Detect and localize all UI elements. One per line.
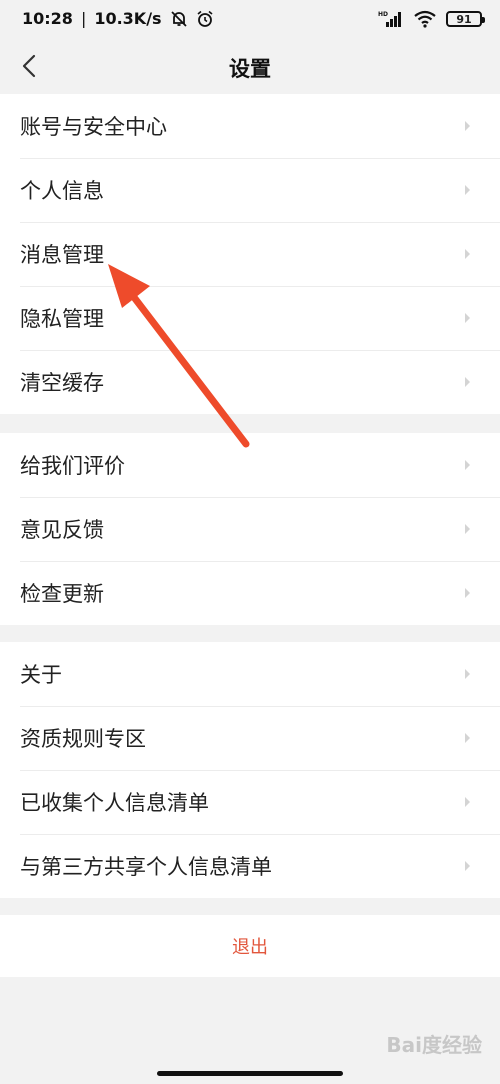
settings-item-third-party-sharing-list[interactable]: 与第三方共享个人信息清单 — [0, 834, 500, 898]
settings-group-account: 账号与安全中心 个人信息 消息管理 隐私管理 清空缓存 — [0, 94, 500, 414]
chevron-right-icon — [464, 459, 472, 471]
battery-indicator: 91 — [446, 11, 485, 27]
settings-item-rate-us[interactable]: 给我们评价 — [0, 433, 500, 497]
settings-item-check-update[interactable]: 检查更新 — [0, 561, 500, 625]
signal-icon: HD — [378, 10, 404, 28]
settings-group-about: 关于 资质规则专区 已收集个人信息清单 与第三方共享个人信息清单 — [0, 642, 500, 898]
chevron-right-icon — [464, 184, 472, 196]
settings-item-qualification-rules[interactable]: 资质规则专区 — [0, 706, 500, 770]
page-title: 设置 — [229, 57, 271, 81]
chevron-right-icon — [464, 312, 472, 324]
chevron-right-icon — [464, 523, 472, 535]
settings-item-label: 意见反馈 — [20, 518, 104, 542]
settings-item-label: 账号与安全中心 — [20, 115, 167, 139]
chevron-right-icon — [464, 587, 472, 599]
settings-item-label: 检查更新 — [20, 582, 104, 606]
status-bar: 10:28 | 10.3K/s HD 91 — [0, 0, 500, 40]
settings-item-account-security[interactable]: 账号与安全中心 — [0, 94, 500, 158]
settings-group-feedback: 给我们评价 意见反馈 检查更新 — [0, 433, 500, 625]
settings-item-collected-info-list[interactable]: 已收集个人信息清单 — [0, 770, 500, 834]
settings-item-about[interactable]: 关于 — [0, 642, 500, 706]
chevron-right-icon — [464, 376, 472, 388]
settings-item-label: 关于 — [20, 663, 62, 687]
settings-item-message-management[interactable]: 消息管理 — [0, 222, 500, 286]
settings-item-personal-info[interactable]: 个人信息 — [0, 158, 500, 222]
chevron-right-icon — [464, 796, 472, 808]
settings-item-label: 资质规则专区 — [20, 727, 146, 751]
chevron-right-icon — [464, 248, 472, 260]
chevron-right-icon — [464, 860, 472, 872]
wifi-icon — [414, 10, 436, 28]
chevron-right-icon — [464, 668, 472, 680]
status-left: 10:28 | 10.3K/s — [22, 9, 214, 28]
status-time: 10:28 — [22, 9, 73, 28]
baidu-jingyan-watermark: Bai度经验 — [386, 1033, 482, 1057]
home-indicator — [157, 1071, 343, 1076]
settings-item-clear-cache[interactable]: 清空缓存 — [0, 350, 500, 414]
status-separator: | — [80, 9, 87, 28]
chevron-right-icon — [464, 120, 472, 132]
alarm-icon — [196, 10, 214, 28]
settings-item-label: 与第三方共享个人信息清单 — [20, 855, 272, 879]
chevron-right-icon — [464, 732, 472, 744]
settings-item-label: 给我们评价 — [20, 454, 125, 478]
mute-bell-icon — [170, 10, 188, 28]
settings-item-label: 隐私管理 — [20, 307, 104, 331]
network-speed: 10.3K/s — [94, 9, 162, 28]
hd-label: HD — [378, 11, 388, 18]
logout-group: 退出 — [0, 915, 500, 977]
settings-item-privacy-management[interactable]: 隐私管理 — [0, 286, 500, 350]
nav-bar: 设置 — [0, 40, 500, 92]
settings-item-label: 消息管理 — [20, 243, 104, 267]
settings-item-label: 个人信息 — [20, 179, 104, 203]
status-right: HD 91 — [378, 10, 485, 28]
settings-item-feedback[interactable]: 意见反馈 — [0, 497, 500, 561]
logout-button[interactable]: 退出 — [232, 933, 268, 959]
settings-item-label: 已收集个人信息清单 — [20, 791, 209, 815]
settings-item-label: 清空缓存 — [20, 371, 104, 395]
